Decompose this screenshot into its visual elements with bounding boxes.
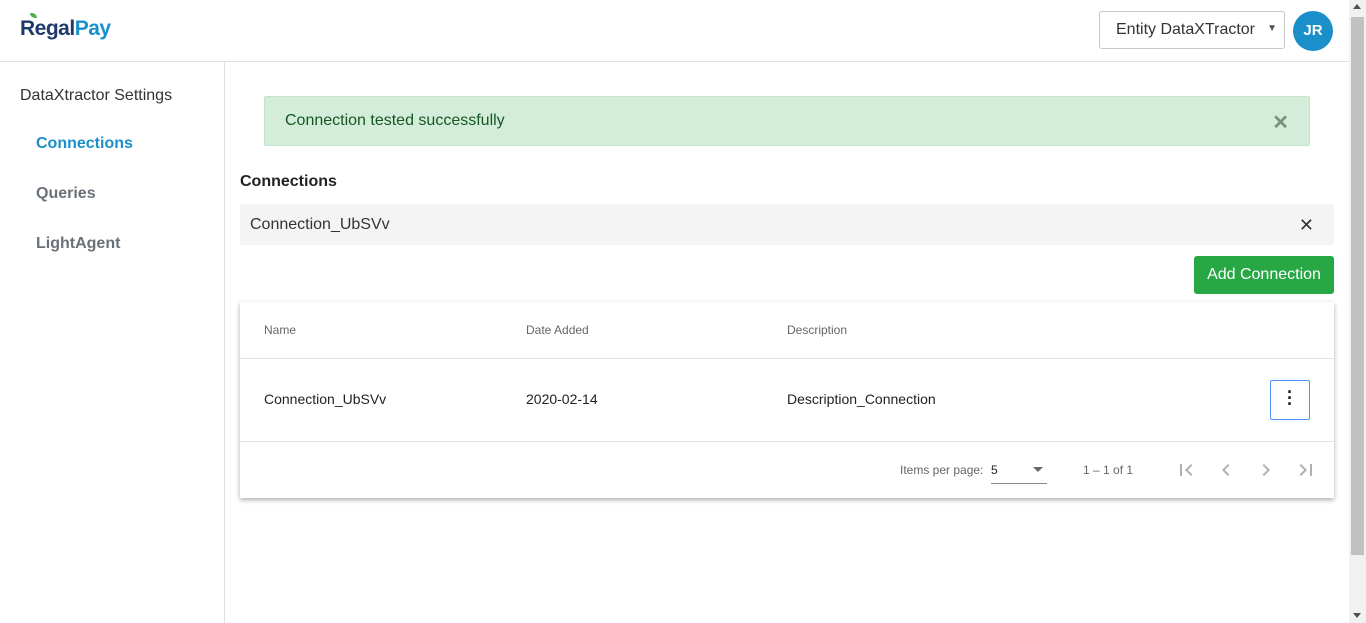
cell-date-added: 2020-02-14 (526, 391, 598, 407)
items-per-page-label: Items per page: (900, 463, 984, 477)
filter-chip-label: Connection_UbSVv (250, 216, 390, 233)
dropdown-caret-icon: ▼ (1267, 23, 1277, 34)
first-page-button[interactable] (1174, 458, 1198, 482)
clear-filter-icon[interactable]: ✕ (1299, 215, 1314, 236)
last-page-icon (1299, 464, 1312, 476)
sidebar-title: DataXtractor Settings (20, 87, 173, 104)
column-header-date-added[interactable]: Date Added (526, 323, 589, 337)
scroll-up-arrow-icon[interactable] (1353, 4, 1361, 9)
sidebar-item-queries[interactable]: Queries (36, 185, 96, 203)
chevron-right-icon (1262, 464, 1270, 476)
regalpay-logo[interactable]: RegalPay (20, 13, 111, 41)
alert-close-icon[interactable]: ✕ (1272, 110, 1289, 135)
items-per-page-select[interactable]: 5 (991, 456, 1047, 484)
connections-table: Name Date Added Description Connection_U… (240, 302, 1334, 498)
sidebar-item-lightagent[interactable]: LightAgent (36, 235, 120, 253)
items-per-page-value: 5 (991, 463, 998, 477)
row-actions-button[interactable]: · · · (1270, 380, 1310, 420)
column-header-description[interactable]: Description (787, 323, 847, 337)
user-avatar[interactable]: JR (1293, 11, 1333, 51)
previous-page-button[interactable] (1214, 458, 1238, 482)
entity-select[interactable]: Entity DataXTractor ▼ (1099, 11, 1285, 49)
dropdown-arrow-icon (1033, 467, 1043, 472)
sidebar: DataXtractor Settings Connections Querie… (0, 62, 225, 623)
scroll-down-arrow-icon[interactable] (1353, 613, 1361, 618)
cell-name: Connection_UbSVv (264, 391, 387, 407)
paginator: Items per page: 5 1 – 1 of 1 (240, 442, 1334, 498)
table-header-row: Name Date Added Description (240, 302, 1334, 359)
more-vert-icon: · · · (1287, 382, 1293, 414)
success-alert: Connection tested successfully ✕ (264, 96, 1310, 146)
column-header-name[interactable]: Name (264, 323, 296, 337)
logo-text-regal: Regal (20, 17, 75, 40)
logo-text-pay: Pay (74, 17, 111, 40)
entity-select-value: Entity DataXTractor (1116, 21, 1256, 38)
table-row: Connection_UbSVv 2020-02-14 Description_… (240, 359, 1334, 442)
page: RegalPay Entity DataXTractor ▼ JR DataXt… (0, 0, 1366, 623)
first-page-icon (1180, 464, 1193, 476)
page-range-label: 1 – 1 of 1 (1083, 463, 1134, 477)
cell-description: Description_Connection (787, 391, 936, 407)
vertical-scrollbar[interactable] (1349, 0, 1366, 623)
sidebar-item-connections[interactable]: Connections (36, 135, 133, 153)
avatar-initials: JR (1303, 22, 1323, 39)
alert-message: Connection tested successfully (285, 112, 505, 129)
scrollbar-thumb[interactable] (1351, 17, 1364, 555)
top-header: RegalPay Entity DataXTractor ▼ JR (0, 0, 1349, 62)
last-page-button[interactable] (1294, 458, 1318, 482)
connections-heading: Connections (240, 173, 337, 190)
connection-filter-chip: Connection_UbSVv ✕ (240, 204, 1334, 245)
next-page-button[interactable] (1254, 458, 1278, 482)
chevron-left-icon (1222, 464, 1230, 476)
add-connection-button[interactable]: Add Connection (1194, 256, 1334, 294)
